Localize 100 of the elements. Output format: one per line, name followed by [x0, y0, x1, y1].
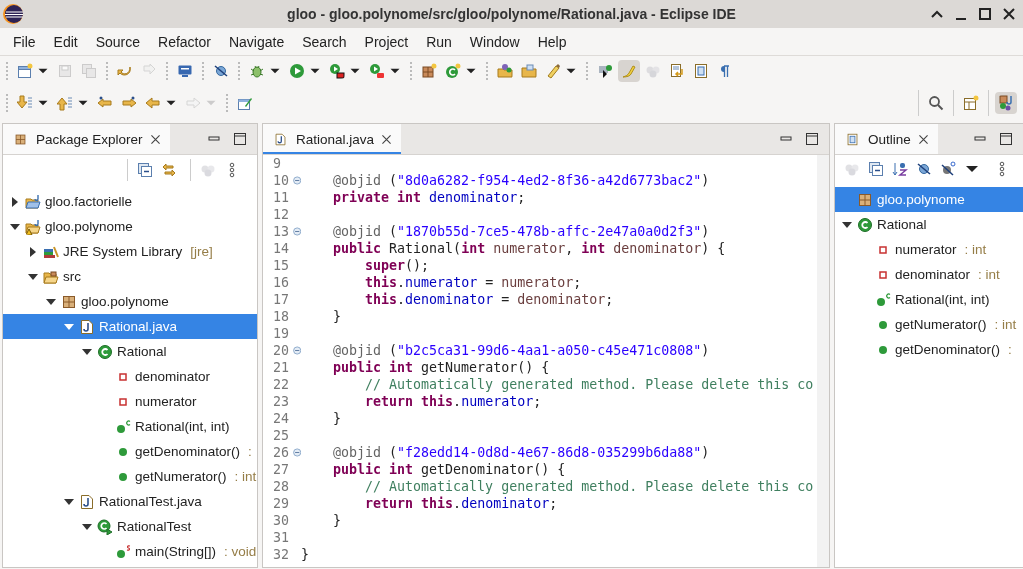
tree-item[interactable]: RationalTest.java	[3, 489, 257, 514]
tree-item[interactable]: gloo.polynome	[3, 289, 257, 314]
menu-item[interactable]: File	[4, 33, 45, 50]
class-circle-icon	[857, 216, 873, 233]
code-line: @objid ("8d0a6282-f954-4ed2-8f36-a42d6773bac2")	[332, 173, 710, 188]
tree-item[interactable]: gloo.polynome	[3, 214, 257, 239]
tree-item[interactable]: src	[3, 264, 257, 289]
line-number: 26	[273, 445, 290, 460]
package-grid-icon	[61, 293, 77, 310]
menu-item[interactable]: Refactor	[149, 33, 220, 50]
tree-item[interactable]: getNumerator() : int	[835, 312, 1023, 337]
grid-plus-window-icon	[963, 95, 979, 111]
tree-item[interactable]: Rational(int, int)	[835, 287, 1023, 312]
code-line: }	[332, 309, 342, 324]
tree-item[interactable]: getDenominator() :	[835, 337, 1023, 362]
menu-item[interactable]: Run	[417, 33, 461, 50]
constructor-dot-icon	[115, 418, 131, 435]
code-line: public int getNumerator() {	[332, 360, 550, 375]
project-folder-warning-icon	[25, 218, 41, 235]
app-logo-icon	[2, 3, 24, 25]
maximize-icon[interactable]	[999, 132, 1013, 146]
class-plus-icon	[445, 63, 461, 79]
tree-item[interactable]: denominator : int	[835, 262, 1023, 287]
folder-ball-icon	[497, 63, 513, 79]
maximize-icon[interactable]	[805, 132, 819, 146]
tree-item[interactable]: Rational	[835, 212, 1023, 237]
arrow-right-icon	[185, 95, 201, 111]
code-line: return this.denominator;	[364, 496, 558, 511]
link-arrows-icon	[161, 162, 177, 178]
code-line: }	[332, 513, 342, 528]
tree-item[interactable]: Rational	[3, 339, 257, 364]
line-number: 19	[273, 326, 290, 341]
code-line: @objid ("f28edd14-0d8d-4e67-86d8-035299b6da88")	[332, 445, 710, 460]
tree-item[interactable]: getNumerator() : int	[3, 464, 257, 489]
arrow-up-page-icon	[57, 95, 73, 111]
code-line: }	[301, 547, 309, 562]
tree-item[interactable]: Rational(int, int)	[3, 414, 257, 439]
java-perspective-icon	[998, 95, 1014, 111]
arrow-left-icon	[145, 95, 161, 111]
tree-item[interactable]: Rational.java	[3, 314, 257, 339]
test-class-circle-icon	[97, 518, 113, 535]
tree-item[interactable]: numerator	[3, 389, 257, 414]
tree-item[interactable]: gloo.factorielle	[3, 189, 257, 214]
tree-item[interactable]: JRE System Library [jre]	[3, 239, 257, 264]
window-pen-icon	[237, 95, 253, 111]
maximize-icon[interactable]	[977, 6, 993, 22]
static-method-dot-icon	[115, 543, 131, 560]
tree-item[interactable]: main(String[]) : void	[3, 539, 257, 564]
tree-item[interactable]: gloo.polynome	[835, 187, 1023, 212]
line-number: 31	[273, 530, 290, 545]
arrow-down-page-icon	[17, 95, 33, 111]
line-number: 17	[273, 292, 290, 307]
tree-item[interactable]: numerator : int	[835, 237, 1023, 262]
line-number: 15	[273, 258, 290, 273]
menu-item[interactable]: Navigate	[219, 33, 294, 50]
tree-item[interactable]: getDenominator() :	[3, 439, 257, 464]
brush-icon	[621, 63, 637, 79]
fold-icon[interactable]	[292, 448, 301, 457]
grid-plus-icon	[421, 63, 437, 79]
close-icon[interactable]	[1001, 6, 1017, 22]
code-line: @objid ("1870b55d-7ce5-478b-affc-2e47a0a0d2f3")	[332, 224, 710, 239]
new-window-icon	[17, 63, 33, 79]
page-lines-icon	[693, 63, 709, 79]
fold-icon[interactable]	[292, 227, 301, 236]
monitor-icon	[177, 63, 193, 79]
line-number: 9	[273, 156, 282, 171]
menu-item[interactable]: Help	[528, 33, 576, 50]
maximize-icon[interactable]	[233, 132, 247, 146]
line-number: 23	[273, 394, 290, 409]
fold-icon[interactable]	[292, 176, 301, 185]
code-line: public Rational(int numerator, int denominator) {	[332, 241, 726, 256]
close-icon[interactable]	[916, 132, 930, 146]
close-icon[interactable]	[148, 132, 162, 146]
code-line: }	[332, 411, 342, 426]
line-number: 30	[273, 513, 290, 528]
line-number: 10	[273, 173, 290, 188]
menu-item[interactable]: Search	[293, 33, 356, 50]
menu-item[interactable]: Source	[86, 33, 150, 50]
line-number: 27	[273, 462, 290, 477]
tree-item[interactable]: denominator	[3, 364, 257, 389]
tree-item[interactable]: RationalTest	[3, 514, 257, 539]
search-icon	[928, 95, 944, 111]
line-number: 24	[273, 411, 290, 426]
page-arrow-icon	[669, 63, 685, 79]
view-tab[interactable]: Rational.java	[263, 124, 402, 154]
close-icon[interactable]	[380, 132, 394, 146]
view-tab[interactable]: Outline	[835, 124, 938, 154]
line-number: 16	[273, 275, 290, 290]
code-line: @objid ("b2c5ca31-99d6-4aa1-a050-c45e471c0808")	[332, 343, 710, 358]
vertical-scrollbar[interactable]	[817, 155, 829, 567]
folder-open-icon	[43, 268, 59, 285]
menu-item[interactable]: Window	[460, 33, 529, 50]
menu-item[interactable]: Edit	[44, 33, 87, 50]
menu-item[interactable]: Project	[355, 33, 418, 50]
view-tab[interactable]: Package Explorer	[3, 124, 170, 154]
fold-icon[interactable]	[292, 346, 301, 355]
arrow-left-star-icon	[97, 95, 113, 111]
line-number: 21	[273, 360, 290, 375]
package-grid-icon	[857, 191, 873, 208]
class-circle-icon	[97, 343, 113, 360]
